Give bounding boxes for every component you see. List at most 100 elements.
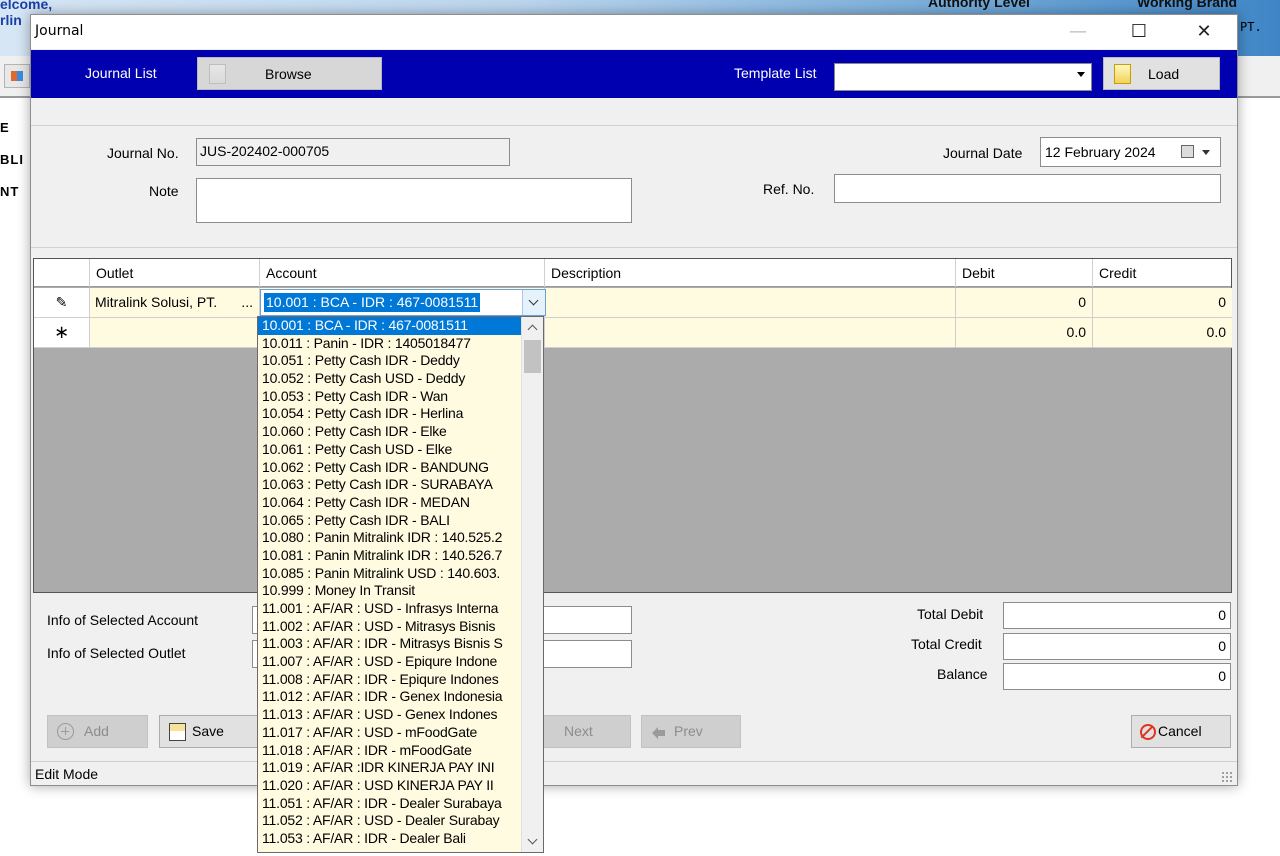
- dropdown-option[interactable]: 11.019 : AF/AR :IDR KINERJA PAY INI: [258, 759, 521, 777]
- account-options: 10.001 : BCA - IDR : 467-0081511 10.011 :…: [258, 317, 521, 848]
- row-debit-cell[interactable]: 0: [956, 288, 1093, 318]
- add-button-label: Add: [84, 723, 109, 739]
- new-row-indicator-icon: ∗: [34, 318, 90, 348]
- journal-date-picker[interactable]: 12 February 2024: [1040, 137, 1221, 167]
- dropdown-option[interactable]: 10.051 : Petty Cash IDR - Deddy: [258, 352, 521, 370]
- dropdown-option[interactable]: 11.051 : AF/AR : IDR - Dealer Surabaya: [258, 795, 521, 813]
- dropdown-option[interactable]: 10.053 : Petty Cash IDR - Wan: [258, 388, 521, 406]
- total-credit-label: Total Credit: [911, 636, 982, 652]
- total-debit-label: Total Debit: [917, 606, 984, 622]
- cancel-button-label: Cancel: [1158, 723, 1202, 739]
- new-row-credit-cell[interactable]: 0.0: [1093, 318, 1232, 348]
- note-field[interactable]: [196, 178, 632, 223]
- save-button-label: Save: [192, 723, 224, 739]
- row-description-cell[interactable]: [545, 288, 956, 318]
- new-row-description-cell[interactable]: [545, 318, 956, 348]
- chevron-down-icon[interactable]: [1077, 72, 1085, 77]
- template-list-select[interactable]: [834, 63, 1092, 91]
- selected-account-info-label: Info of Selected Account: [47, 612, 198, 628]
- column-header-outlet[interactable]: Outlet: [90, 259, 260, 287]
- dropdown-option[interactable]: 11.008 : AF/AR : IDR - Epiqure Indones: [258, 671, 521, 689]
- dropdown-option[interactable]: 11.052 : AF/AR : USD - Dealer Surabay: [258, 812, 521, 830]
- balance-label: Balance: [937, 666, 988, 682]
- journal-lines-grid: Outlet Account Description Debit Credit …: [33, 258, 1232, 593]
- chevron-down-icon[interactable]: [1202, 150, 1210, 155]
- app-menu-icon[interactable]: [4, 64, 30, 88]
- dropdown-option[interactable]: 10.999 : Money In Transit: [258, 582, 521, 600]
- row-edit-indicator-icon: ✎: [34, 288, 90, 318]
- dropdown-option[interactable]: 11.017 : AF/AR : USD - mFoodGate: [258, 724, 521, 742]
- dropdown-option[interactable]: 10.001 : BCA - IDR : 467-0081511: [258, 317, 521, 335]
- add-button[interactable]: Add: [47, 715, 148, 748]
- ref-no-field[interactable]: [834, 174, 1221, 203]
- note-label: Note: [149, 183, 179, 199]
- column-header-account[interactable]: Account: [260, 259, 545, 287]
- row-credit-cell[interactable]: 0: [1093, 288, 1232, 318]
- scroll-down-icon[interactable]: [527, 834, 538, 845]
- dropdown-option[interactable]: 11.053 : AF/AR : IDR - Dealer Bali: [258, 830, 521, 848]
- dropdown-option[interactable]: 10.060 : Petty Cash IDR - Elke: [258, 423, 521, 441]
- dropdown-option[interactable]: 11.003 : AF/AR : IDR - Mitrasys Bisnis S: [258, 635, 521, 653]
- load-button[interactable]: Load: [1103, 57, 1220, 90]
- column-header-debit[interactable]: Debit: [956, 259, 1093, 287]
- dropdown-option[interactable]: 10.061 : Petty Cash USD - Elke: [258, 441, 521, 459]
- account-dropdown-list[interactable]: 10.001 : BCA - IDR : 467-0081511 10.011 :…: [257, 316, 544, 853]
- journal-list-label: Journal List: [85, 65, 157, 81]
- total-debit-field: 0: [1003, 602, 1231, 629]
- next-button[interactable]: Next: [537, 715, 631, 748]
- close-icon[interactable]: ✕: [1181, 15, 1227, 49]
- dropdown-option[interactable]: 10.052 : Petty Cash USD - Deddy: [258, 370, 521, 388]
- balance-field: 0: [1003, 663, 1231, 690]
- dropdown-option[interactable]: 10.062 : Petty Cash IDR - BANDUNG: [258, 459, 521, 477]
- welcome-line-1: elcome,: [0, 0, 53, 12]
- row-outlet-value: Mitralink Solusi, PT.: [95, 294, 218, 310]
- table-row[interactable]: ✎ Mitralink Solusi, PT. ... 0 0 10.001 :…: [34, 288, 1232, 318]
- dropdown-option[interactable]: 10.080 : Panin Mitralink IDR : 140.525.2: [258, 529, 521, 547]
- journal-toolbar: Journal List Browse Template List Load: [31, 50, 1237, 98]
- cancel-button[interactable]: Cancel: [1131, 715, 1231, 748]
- background-menu-item: NT: [0, 184, 20, 199]
- scrollbar-thumb[interactable]: [524, 340, 541, 373]
- dropdown-option[interactable]: 10.054 : Petty Cash IDR - Herlina: [258, 405, 521, 423]
- new-row-debit-cell[interactable]: 0.0: [956, 318, 1093, 348]
- account-combobox[interactable]: 10.001 : BCA - IDR : 467-0081511: [260, 289, 546, 316]
- dropdown-option[interactable]: 10.064 : Petty Cash IDR - MEDAN: [258, 494, 521, 512]
- resize-grip-icon[interactable]: [1221, 771, 1233, 783]
- dropdown-option[interactable]: 10.065 : Petty Cash IDR - BALI: [258, 512, 521, 530]
- dropdown-option[interactable]: 11.002 : AF/AR : USD - Mitrasys Bisnis: [258, 618, 521, 636]
- column-header-description[interactable]: Description: [545, 259, 956, 287]
- dropdown-option[interactable]: 11.007 : AF/AR : USD - Epiqure Indone: [258, 653, 521, 671]
- dropdown-option[interactable]: 11.018 : AF/AR : IDR - mFoodGate: [258, 742, 521, 760]
- background-menu-item: E: [0, 120, 10, 135]
- dropdown-option[interactable]: 10.081 : Panin Mitralink IDR : 140.526.7: [258, 547, 521, 565]
- selected-outlet-info-label: Info of Selected Outlet: [47, 645, 186, 661]
- prev-button[interactable]: Prev: [641, 715, 741, 748]
- journal-dialog: Journal — ☐ ✕ Journal List Browse Templa…: [30, 14, 1238, 786]
- dropdown-scrollbar[interactable]: [521, 317, 543, 852]
- dropdown-option[interactable]: 10.011 : Panin - IDR : 1405018477: [258, 335, 521, 353]
- save-button[interactable]: Save: [159, 715, 259, 748]
- prev-button-label: Prev: [674, 723, 703, 739]
- status-bar: Edit Mode: [31, 761, 1237, 787]
- dropdown-option[interactable]: 11.001 : AF/AR : USD - Infrasys Interna: [258, 600, 521, 618]
- chevron-down-icon[interactable]: [522, 290, 545, 315]
- calendar-icon[interactable]: [1181, 145, 1194, 158]
- prev-icon: [651, 723, 668, 740]
- dropdown-option[interactable]: 10.063 : Petty Cash IDR - SURABAYA: [258, 476, 521, 494]
- new-row-outlet-cell[interactable]: [90, 318, 260, 348]
- outlet-lookup-button[interactable]: ...: [241, 288, 253, 317]
- dropdown-option[interactable]: 11.012 : AF/AR : IDR - Genex Indonesia: [258, 688, 521, 706]
- row-outlet-cell[interactable]: Mitralink Solusi, PT. ...: [90, 288, 260, 318]
- title-bar[interactable]: Journal — ☐ ✕: [31, 15, 1237, 49]
- journal-no-field[interactable]: JUS-202402-000705: [196, 138, 510, 166]
- dropdown-option[interactable]: 11.020 : AF/AR : USD KINERJA PAY II: [258, 777, 521, 795]
- scroll-up-icon[interactable]: [527, 324, 538, 335]
- table-row[interactable]: ∗ 0.0 0.0: [34, 318, 1232, 348]
- maximize-icon[interactable]: ☐: [1116, 15, 1162, 49]
- minimize-icon[interactable]: —: [1055, 15, 1101, 49]
- working-brand-label: Working Brand: [1137, 0, 1238, 10]
- browse-button[interactable]: Browse: [197, 57, 382, 90]
- column-header-credit[interactable]: Credit: [1093, 259, 1232, 287]
- dropdown-option[interactable]: 10.085 : Panin Mitralink USD : 140.603.: [258, 565, 521, 583]
- dropdown-option[interactable]: 11.013 : AF/AR : USD - Genex Indones: [258, 706, 521, 724]
